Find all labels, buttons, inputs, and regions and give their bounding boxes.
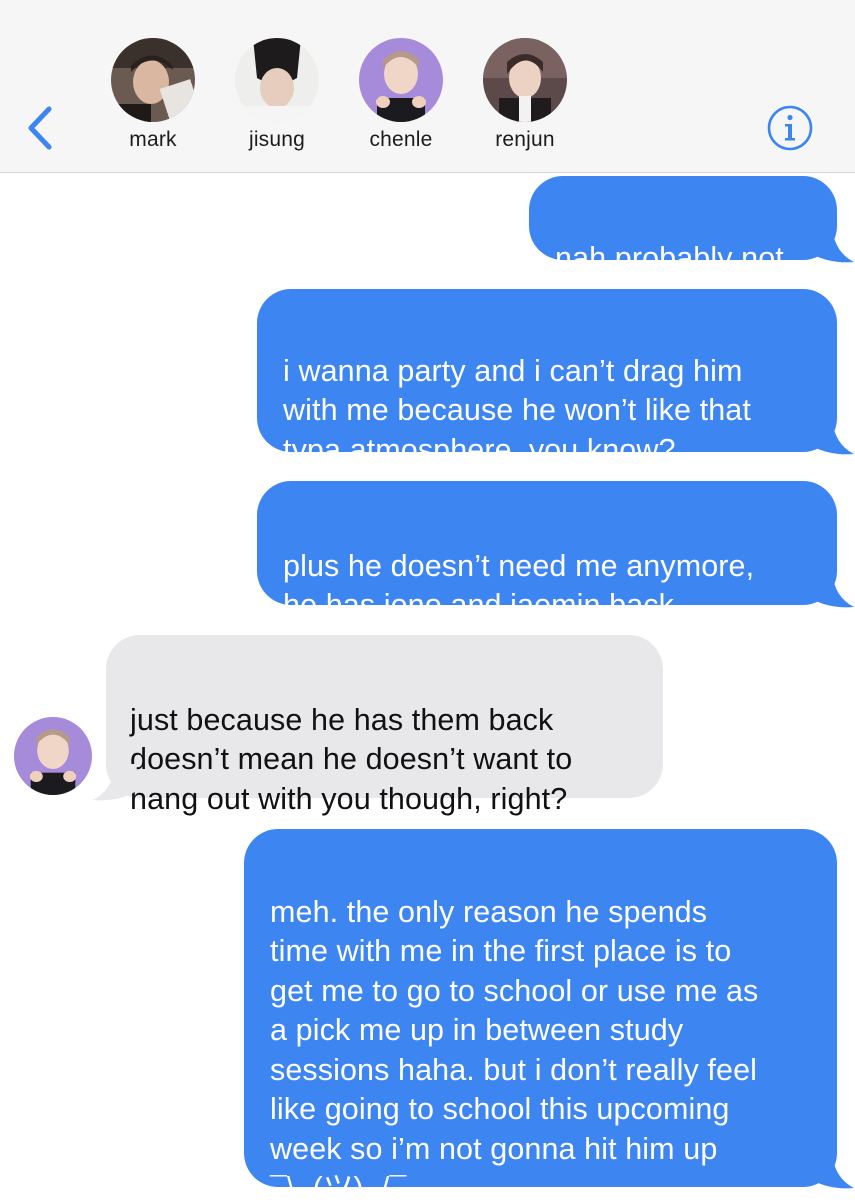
message-text: just because he has them back doesn’t me… — [130, 702, 573, 816]
bubble-tail — [810, 571, 854, 608]
message-text: nah probably not — [555, 240, 784, 275]
back-button[interactable] — [22, 105, 58, 151]
message-bubble-received[interactable]: just because he has them back doesn’t me… — [106, 635, 663, 816]
chevron-left-icon — [28, 106, 52, 150]
messages-screen: mark jisung chenle renjun nah probably n… — [0, 0, 855, 1200]
bubble-tail — [810, 226, 854, 263]
participant-chenle[interactable]: chenle — [346, 38, 456, 152]
participant-name: chenle — [369, 128, 433, 151]
message-text: meh. the only reason he spends time with… — [270, 894, 759, 1200]
participant-mark[interactable]: mark — [98, 38, 208, 152]
participant-name: jisung — [248, 128, 306, 151]
conversation-header: mark jisung chenle renjun — [0, 0, 855, 173]
participant-name: mark — [129, 128, 177, 151]
bubble-tail — [810, 418, 854, 455]
participant-renjun[interactable]: renjun — [470, 38, 580, 152]
bubble-tail — [810, 1152, 854, 1189]
info-circle-icon — [767, 105, 813, 151]
avatar — [359, 38, 443, 122]
message-bubble-sent[interactable]: meh. the only reason he spends time with… — [244, 829, 837, 1200]
message-bubble-sent[interactable]: nah probably not — [529, 176, 837, 275]
bubble-tail — [93, 764, 137, 801]
sender-avatar-chenle[interactable] — [14, 717, 92, 795]
info-button[interactable] — [766, 104, 814, 152]
message-text: i wanna party and i can’t drag him with … — [283, 353, 751, 467]
participant-name: renjun — [495, 128, 555, 151]
message-text: plus he doesn’t need me anymore, he has … — [283, 548, 755, 623]
participant-jisung[interactable]: jisung — [222, 38, 332, 152]
message-bubble-sent[interactable]: plus he doesn’t need me anymore, he has … — [257, 481, 837, 622]
avatar — [483, 38, 567, 122]
avatar — [235, 38, 319, 122]
avatar — [111, 38, 195, 122]
message-bubble-sent[interactable]: i wanna party and i can’t drag him with … — [257, 289, 837, 467]
